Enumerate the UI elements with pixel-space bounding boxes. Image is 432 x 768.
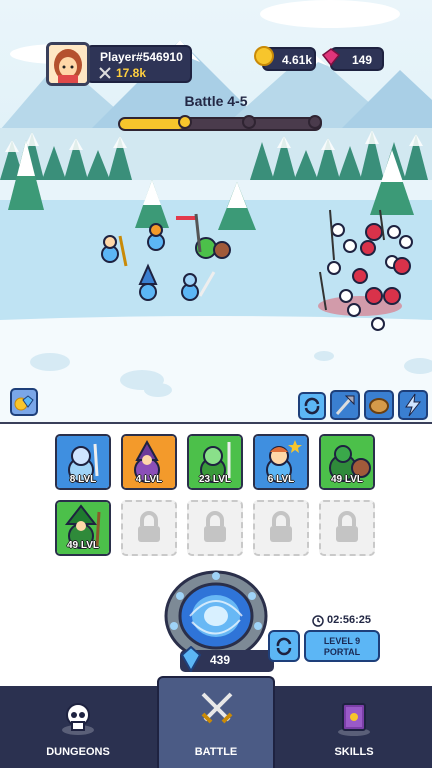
hero-level: 6 LVL [267,474,295,485]
portal-count: 439 [210,653,231,667]
locked-slot [187,500,243,556]
lock-icon [138,511,160,542]
gem-value: 149 [352,53,373,67]
shield-icon [369,398,389,414]
player-profile[interactable]: Player#546910 17.8k [46,42,192,88]
lightning-icon [405,393,422,417]
hero-card[interactable]: 49 LVL [319,434,375,490]
gem-icon [322,48,340,66]
daily-reward-button[interactable] [10,388,38,416]
hero-level: 49 LVL [66,540,100,551]
lock-icon [336,511,358,542]
locked-slot [253,500,309,556]
hero-level: 49 LVL [330,474,364,485]
player-power: 17.8k [116,66,147,80]
gold-value: 4.61k [282,53,313,67]
spellbook-icon [338,703,370,736]
player-nameplate: Player#546910 17.8k [86,45,192,83]
battle-progress-bar [118,115,322,131]
clock-icon [312,615,324,627]
lock-icon [204,511,226,542]
portal-refresh-button[interactable] [268,630,300,662]
player-name: Player#546910 [100,50,183,64]
locked-slot [319,500,375,556]
summon-portal[interactable] [160,566,272,662]
avatar[interactable] [46,42,90,86]
progress-node [308,115,322,129]
locked-slot [121,500,177,556]
nav-battle[interactable]: BATTLE [157,676,275,768]
hero-card[interactable]: 49 LVL [55,500,111,556]
gold-coin-icon [254,46,274,66]
nav-skills[interactable]: SKILLS [276,686,432,768]
hero-card[interactable]: 8 LVL [55,434,111,490]
nav-dungeons[interactable]: DUNGEONS [0,686,156,768]
progress-node [242,115,256,129]
hero-card[interactable]: 6 LVL [253,434,309,490]
shield-skill-button[interactable] [364,390,394,420]
lightning-skill-button[interactable] [398,390,428,420]
portal-timer: 02:56:25 [327,614,372,626]
lock-icon [270,511,292,542]
coin-gem-icon [14,395,34,411]
nav-skills-label: SKILLS [334,746,374,758]
weapon-skill-button[interactable] [330,390,360,420]
portal-level-label: LEVEL 9 PORTAL [323,636,361,657]
auto-battle-button[interactable] [298,392,326,420]
hero-level: 4 LVL [135,474,163,485]
crystal-icon [180,646,202,672]
refresh-icon [304,397,320,415]
portal-level-button[interactable]: LEVEL 9 PORTAL [304,630,380,662]
crossed-swords-icon [201,692,233,724]
battle-scene: Player#546910 17.8k 4.61k 149 Battle 4-5 [0,0,432,422]
nav-battle-label: BATTLE [194,746,238,758]
skull-icon [62,703,94,735]
axe-icon [335,395,355,415]
bottom-nav: DUNGEONS BATTLE SKILLS [0,676,432,768]
hero-card[interactable]: 23 LVL [187,434,243,490]
battle-progress-fill [120,119,184,129]
hero-card[interactable]: 4 LVL [121,434,177,490]
hero-level: 23 LVL [198,474,232,485]
power-swords-icon [99,67,111,79]
refresh-icon [276,637,292,656]
nav-dungeons-label: DUNGEONS [46,746,110,758]
battle-title: Battle 4-5 [184,93,248,109]
hero-level: 8 LVL [69,474,97,485]
girl-avatar-icon [49,45,87,83]
progress-node [178,115,192,129]
